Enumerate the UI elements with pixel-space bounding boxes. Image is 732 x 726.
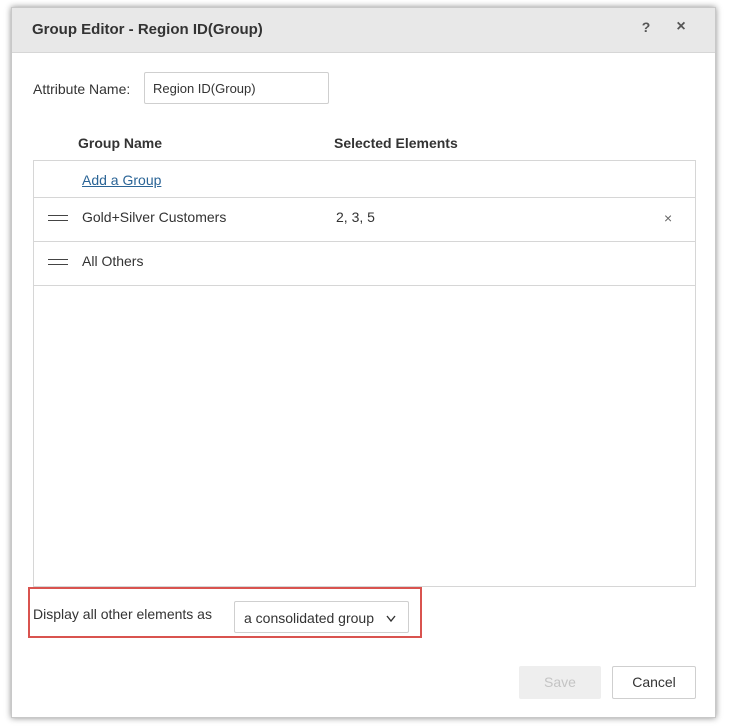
group-editor-dialog: Group Editor - Region ID(Group) ? × Attr… bbox=[11, 7, 716, 718]
attribute-name-label: Attribute Name: bbox=[33, 81, 131, 97]
column-header-selected-elements: Selected Elements bbox=[334, 135, 458, 151]
attribute-name-input[interactable] bbox=[144, 72, 329, 104]
display-other-select[interactable]: a consolidated group bbox=[234, 601, 409, 633]
group-name-cell[interactable]: Gold+Silver Customers bbox=[82, 209, 226, 225]
table-row[interactable]: All Others bbox=[34, 242, 695, 286]
dialog-titlebar: Group Editor - Region ID(Group) ? × bbox=[12, 8, 715, 53]
remove-group-icon[interactable]: × bbox=[664, 210, 672, 226]
display-other-label: Display all other elements as bbox=[33, 606, 212, 622]
dialog-title: Group Editor - Region ID(Group) bbox=[32, 21, 263, 38]
help-icon[interactable]: ? bbox=[636, 19, 656, 41]
drag-handle-icon[interactable] bbox=[48, 215, 68, 222]
save-button[interactable]: Save bbox=[519, 666, 601, 699]
add-group-link[interactable]: Add a Group bbox=[82, 172, 161, 188]
close-icon[interactable]: × bbox=[671, 18, 691, 40]
add-group-row: Add a Group bbox=[34, 161, 695, 198]
drag-handle-icon[interactable] bbox=[48, 259, 68, 266]
chevron-down-icon bbox=[386, 615, 396, 623]
display-other-selected-value: a consolidated group bbox=[244, 610, 374, 626]
cancel-button[interactable]: Cancel bbox=[612, 666, 696, 699]
group-name-cell[interactable]: All Others bbox=[82, 253, 143, 269]
column-header-group-name: Group Name bbox=[78, 135, 163, 151]
groups-grid: Add a Group Gold+Silver Customers 2, 3, … bbox=[33, 160, 696, 587]
table-row[interactable]: Gold+Silver Customers 2, 3, 5 × bbox=[34, 198, 695, 242]
selected-elements-cell[interactable]: 2, 3, 5 bbox=[336, 209, 375, 225]
